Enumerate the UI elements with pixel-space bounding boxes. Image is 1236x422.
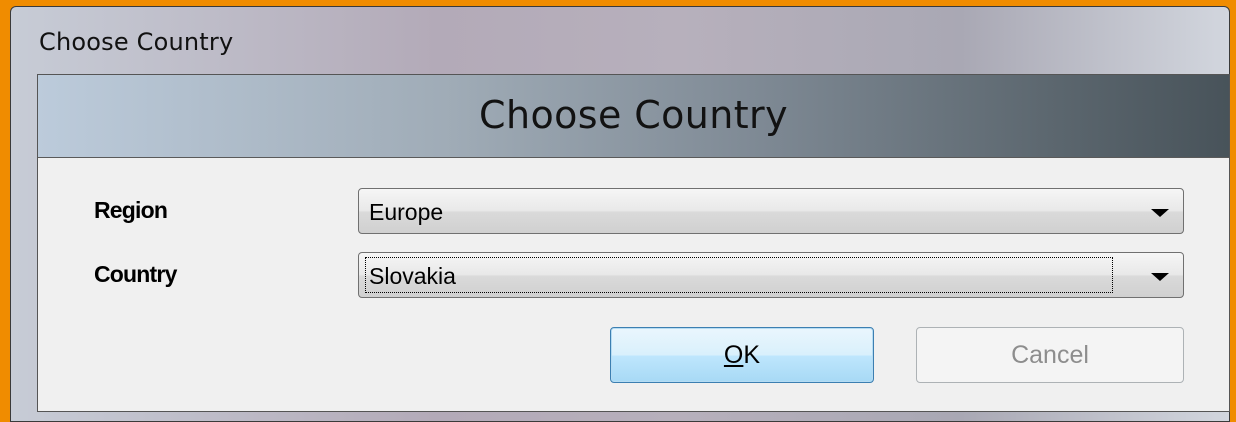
chevron-down-icon[interactable] — [1151, 209, 1169, 217]
dialog-client-area: Choose Country Region Europe Country Slo… — [37, 74, 1230, 412]
ok-button[interactable]: OK — [610, 327, 874, 383]
country-label: Country — [94, 261, 177, 287]
focus-indicator — [365, 257, 1113, 293]
ok-label-rest: K — [743, 341, 761, 369]
cancel-button[interactable]: Cancel — [916, 327, 1184, 383]
region-label: Region — [94, 197, 168, 223]
ok-mnemonic: O — [723, 341, 744, 369]
region-dropdown[interactable]: Europe — [358, 188, 1184, 234]
header-banner: Choose Country — [38, 75, 1229, 158]
country-dropdown[interactable]: Slovakia — [358, 252, 1184, 298]
chevron-down-icon[interactable] — [1151, 273, 1169, 281]
dialog-window: Choose Country Choose Country Region Eur… — [10, 6, 1230, 422]
title-bar[interactable]: Choose Country — [11, 7, 1229, 73]
region-value: Europe — [369, 199, 444, 225]
country-value: Slovakia — [369, 263, 456, 289]
header-title: Choose Country — [479, 93, 788, 137]
window-title: Choose Country — [39, 28, 234, 56]
